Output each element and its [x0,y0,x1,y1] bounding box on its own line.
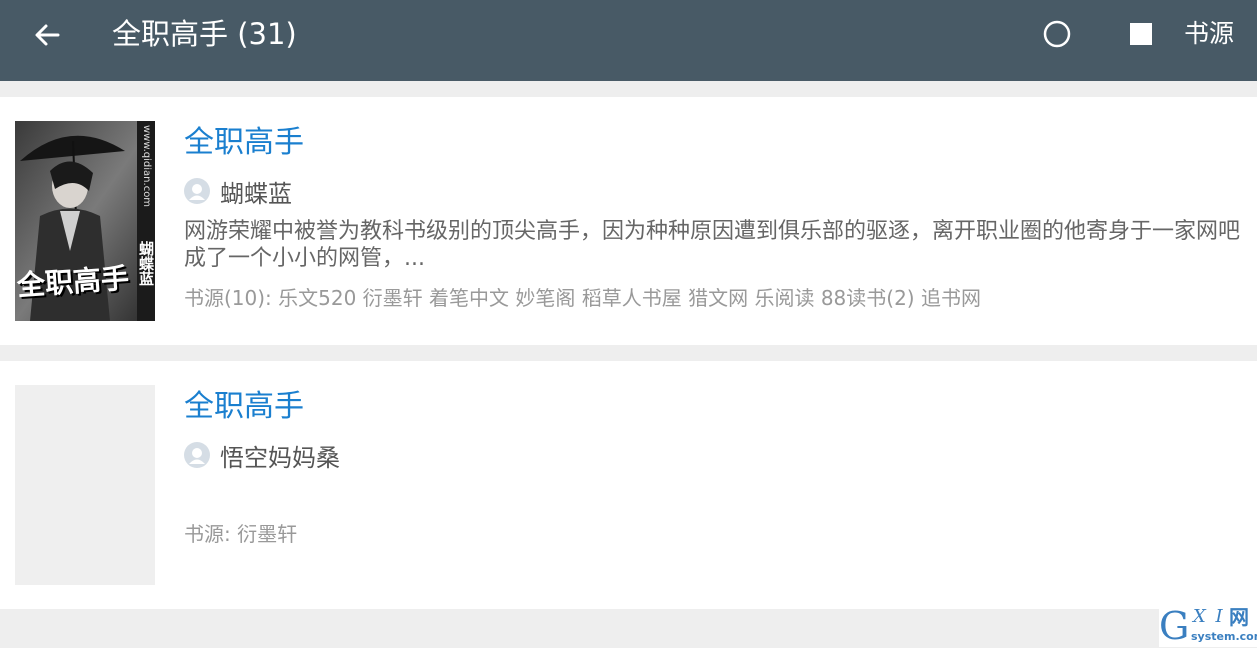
book-title[interactable]: 全职高手 [184,123,304,163]
stop-search-button[interactable] [1124,17,1158,51]
square-stop-icon [1130,23,1152,45]
search-result-item[interactable]: 全职高手 悟空妈妈桑 书源: 衍墨轩 [0,361,1257,609]
watermark-xi: X I [1193,606,1225,627]
watermark-wang: 网 [1229,605,1249,629]
author-row: 悟空妈妈桑 [184,439,340,472]
author-name: 蝴蝶蓝 [220,179,292,208]
watermark-domain: system.com [1191,630,1257,643]
back-button[interactable] [30,18,64,52]
page-title: 全职高手 (31) [112,17,297,51]
book-cover-placeholder [15,385,155,585]
book-source-button[interactable]: 书源 [1184,16,1234,52]
author-avatar-icon [184,442,210,468]
refresh-button[interactable] [1040,17,1074,51]
book-sources: 书源(10): 乐文520 衍墨轩 着笔中文 妙笔阁 稻草人书屋 猎文网 乐阅读… [184,286,981,310]
watermark-g: G [1159,604,1190,648]
circle-loading-icon [1043,20,1071,48]
cover-site-text: www.qidian.com [141,125,152,208]
arrow-left-icon [35,24,60,46]
book-title[interactable]: 全职高手 [184,387,304,427]
site-watermark-logo: G X I 网 system.com [1159,605,1257,647]
app-bar: 全职高手 (31) 书源 [0,0,1257,81]
book-intro: 网游荣耀中被誉为教科书级别的顶尖高手，因为种种原因遭到俱乐部的驱逐，离开职业圈的… [184,219,1241,271]
search-result-item[interactable]: www.qidian.com 蝴蝶蓝 全职高手 全职高手 蝴蝶蓝 网游荣耀中被誉… [0,97,1257,345]
cover-author-text: 蝴蝶蓝 [137,241,155,286]
author-name: 悟空妈妈桑 [220,443,340,472]
book-sources: 书源: 衍墨轩 [184,522,298,546]
book-cover: www.qidian.com 蝴蝶蓝 全职高手 [15,121,155,321]
author-avatar-icon [184,178,210,204]
author-row: 蝴蝶蓝 [184,175,292,208]
